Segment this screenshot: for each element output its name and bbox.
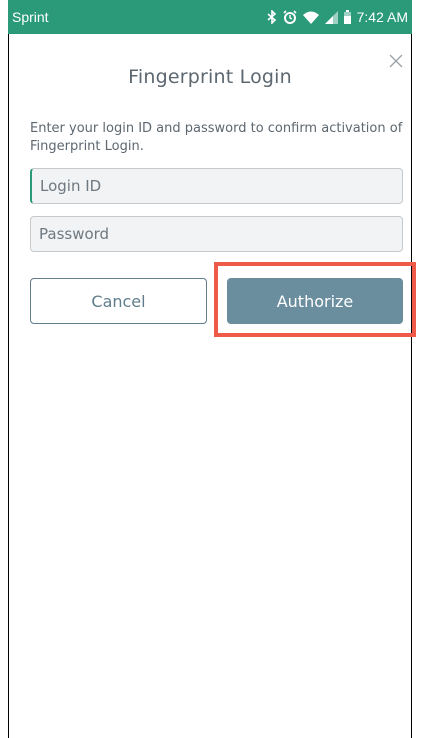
- close-button[interactable]: [384, 50, 408, 74]
- bluetooth-icon: [267, 10, 277, 24]
- battery-icon: [343, 10, 351, 24]
- password-input[interactable]: [30, 216, 403, 252]
- login-id-input[interactable]: [30, 168, 403, 204]
- close-icon: [389, 53, 403, 72]
- alarm-icon: [283, 10, 297, 24]
- app-frame: [8, 0, 412, 738]
- signal-icon: [324, 10, 338, 24]
- dialog-title: Fingerprint Login: [128, 66, 292, 88]
- cancel-button[interactable]: Cancel: [30, 278, 207, 324]
- status-time: 7:42 AM: [356, 9, 408, 25]
- wifi-icon: [302, 11, 319, 24]
- authorize-button[interactable]: Authorize: [227, 278, 403, 324]
- carrier-label: Sprint: [12, 9, 49, 25]
- status-bar: Sprint 7:42 AM: [8, 0, 412, 34]
- status-icons: 7:42 AM: [267, 9, 408, 25]
- instructions-text: Enter your login ID and password to conf…: [30, 121, 403, 154]
